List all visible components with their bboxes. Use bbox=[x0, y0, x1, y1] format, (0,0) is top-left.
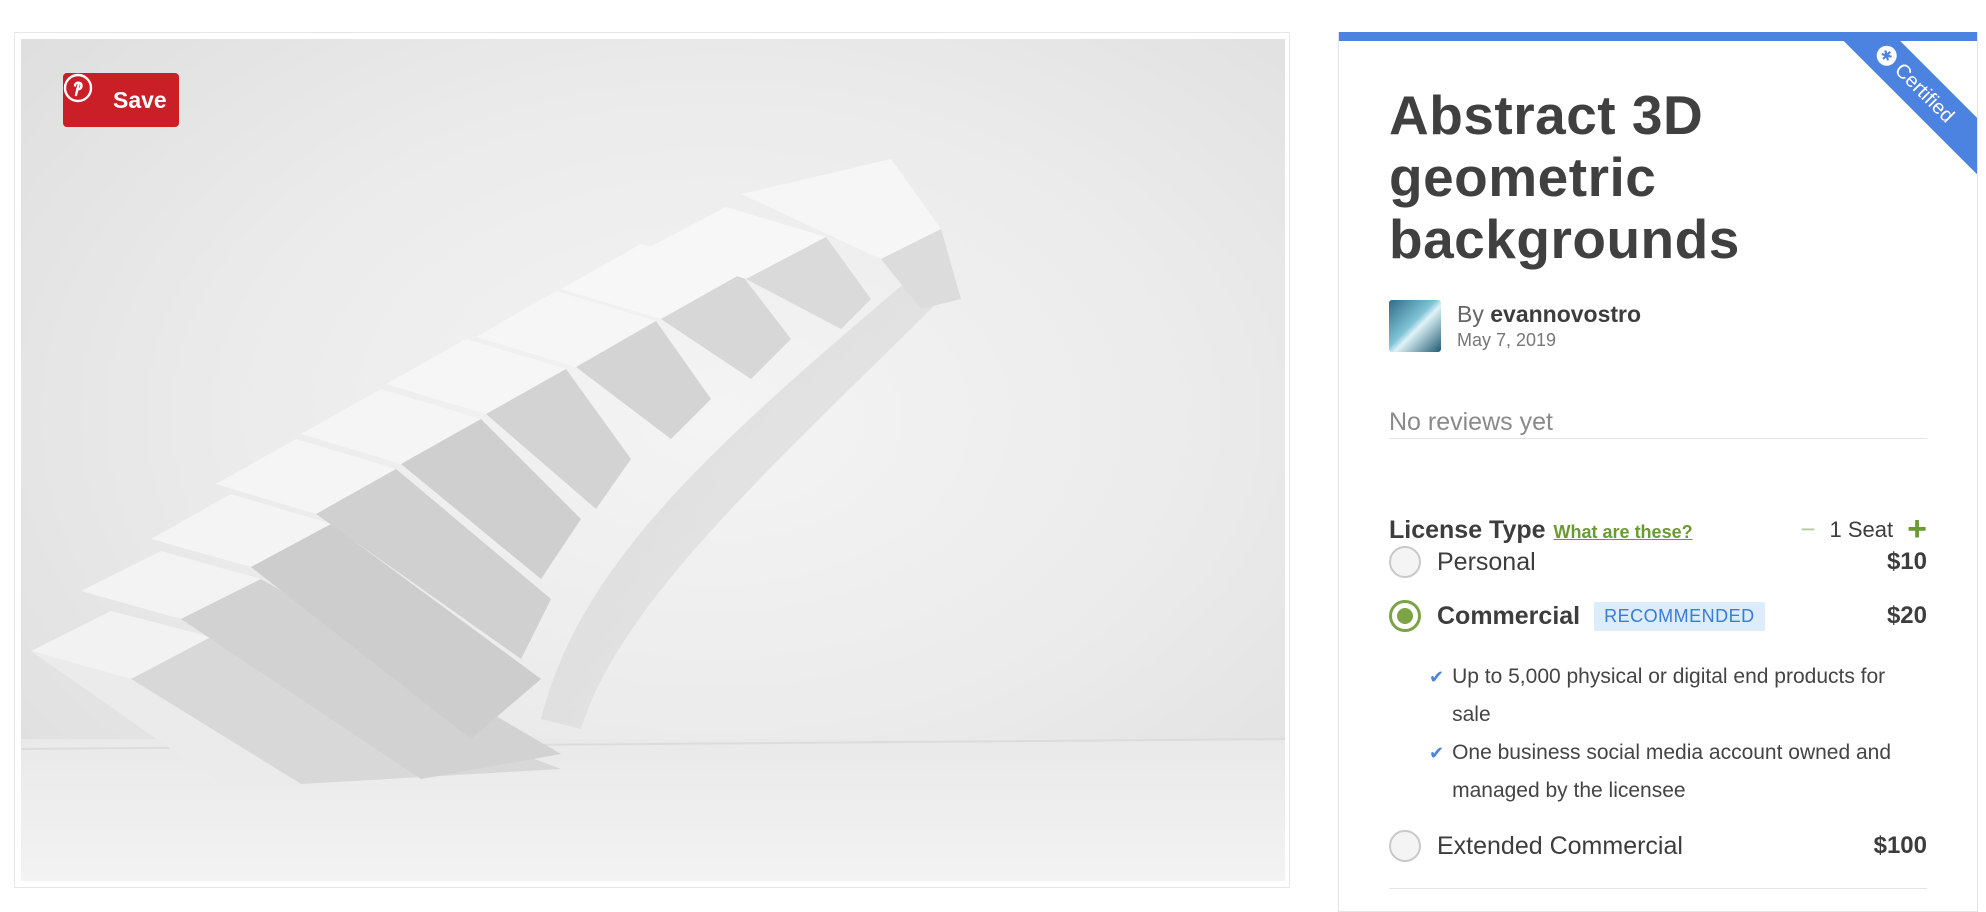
author-avatar[interactable] bbox=[1389, 300, 1441, 352]
seat-decrement-button[interactable]: − bbox=[1800, 514, 1815, 545]
radio-personal[interactable] bbox=[1389, 546, 1421, 578]
license-option-personal[interactable]: Personal $10 bbox=[1389, 546, 1927, 578]
license-option-extended-commercial[interactable]: Extended Commercial $100 bbox=[1389, 830, 1927, 862]
feature-text: Up to 5,000 physical or digital end prod… bbox=[1452, 665, 1886, 726]
option-label: Personal bbox=[1437, 547, 1536, 576]
license-type-title: License Type bbox=[1389, 516, 1546, 544]
by-line: By evannovostro bbox=[1457, 300, 1641, 328]
commercial-features-list: ✔ Up to 5,000 physical or digital end pr… bbox=[1429, 658, 1929, 810]
option-label: Commercial bbox=[1437, 601, 1581, 630]
what-are-these-link[interactable]: What are these? bbox=[1554, 522, 1693, 543]
license-option-commercial[interactable]: Commercial RECOMMENDED $20 bbox=[1389, 600, 1927, 632]
divider bbox=[1389, 888, 1927, 889]
badge-icon: ✱ bbox=[1872, 41, 1901, 70]
certified-label: Certified bbox=[1890, 58, 1959, 127]
pinterest-save-label: Save bbox=[113, 86, 167, 113]
product-title: Abstract 3D geometric backgrounds bbox=[1389, 84, 1740, 270]
option-price: $10 bbox=[1886, 548, 1927, 575]
radio-extended-commercial[interactable] bbox=[1389, 830, 1421, 862]
recommended-badge: RECOMMENDED bbox=[1594, 601, 1765, 631]
option-label: Extended Commercial bbox=[1437, 831, 1683, 860]
license-header: License Type What are these? − 1 Seat + bbox=[1389, 510, 1927, 549]
pinterest-icon bbox=[63, 73, 103, 115]
feature-text: One business social media account owned … bbox=[1452, 741, 1892, 802]
check-icon: ✔ bbox=[1429, 743, 1445, 763]
radio-commercial[interactable] bbox=[1389, 600, 1421, 632]
product-details-panel: ✱ Certified Abstract 3D geometric backgr… bbox=[1338, 32, 1978, 912]
author-link[interactable]: evannovostro bbox=[1490, 301, 1641, 327]
check-icon: ✔ bbox=[1429, 667, 1445, 687]
by-prefix: By bbox=[1457, 301, 1484, 327]
geometric-stairs-illustration bbox=[21, 159, 1285, 881]
option-price: $20 bbox=[1886, 602, 1927, 629]
author-row: By evannovostro May 7, 2019 bbox=[1389, 300, 1641, 352]
reviews-status: No reviews yet bbox=[1389, 408, 1553, 436]
option-price: $100 bbox=[1873, 832, 1927, 859]
product-preview-image[interactable]: Save bbox=[21, 39, 1285, 881]
feature-item: ✔ One business social media account owne… bbox=[1429, 734, 1929, 810]
publish-date: May 7, 2019 bbox=[1457, 330, 1557, 350]
seat-increment-button[interactable]: + bbox=[1907, 510, 1927, 549]
seat-stepper: − 1 Seat + bbox=[1800, 510, 1927, 549]
seat-count: 1 Seat bbox=[1829, 516, 1894, 542]
pinterest-save-button[interactable]: Save bbox=[63, 73, 179, 127]
preview-frame: Save bbox=[14, 32, 1290, 888]
feature-item: ✔ Up to 5,000 physical or digital end pr… bbox=[1429, 658, 1929, 734]
divider bbox=[1389, 438, 1927, 439]
